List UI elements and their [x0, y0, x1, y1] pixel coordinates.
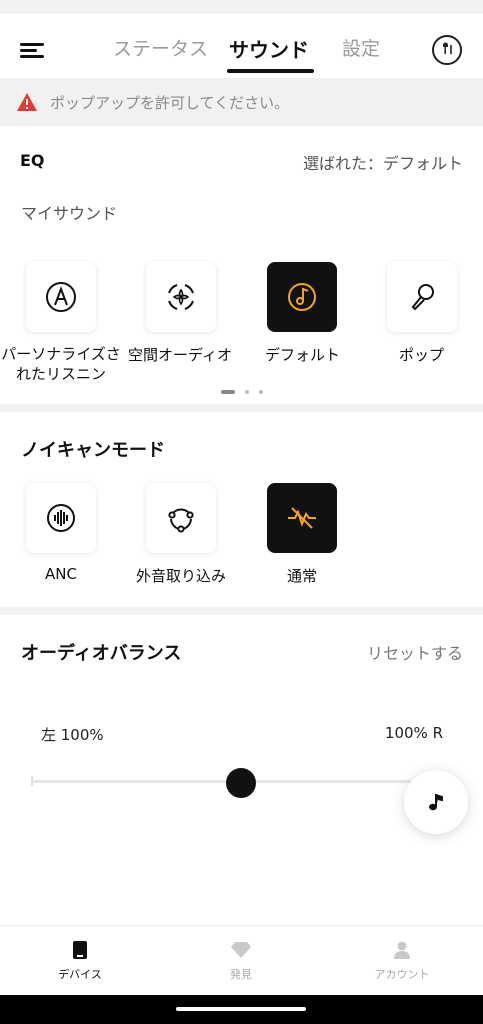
person-icon — [394, 941, 410, 959]
mode-normal-label: 通常 — [287, 567, 318, 585]
reset-button[interactable]: リセットする — [367, 640, 463, 664]
preset-spatial-audio-label: 空間オーディオ — [128, 346, 232, 364]
anc-icon — [47, 504, 75, 532]
balance-left-label: 左 100% — [41, 726, 104, 744]
preset-default-label: デフォルト — [265, 346, 341, 364]
preset-personalized[interactable] — [26, 262, 96, 332]
bottom-navigation: デバイス 発見 アカウント — [0, 925, 483, 995]
eq-title: EQ — [20, 151, 45, 170]
preset-personalized-label: パーソナライズされたリスニン — [1, 345, 121, 383]
section-divider — [0, 607, 483, 615]
preset-pop[interactable] — [387, 262, 457, 332]
popup-banner-text: ポップアップを許可してください。 — [50, 93, 290, 112]
mode-ambient-label: 外音取り込み — [136, 567, 227, 585]
menu-icon[interactable] — [18, 36, 50, 64]
music-disc-icon — [288, 283, 316, 311]
preset-spatial-audio[interactable] — [146, 262, 216, 332]
tab-sound[interactable]: サウンド — [229, 34, 309, 63]
music-note-button[interactable] — [404, 770, 468, 834]
mode-anc-label: ANC — [45, 565, 77, 583]
home-indicator[interactable] — [176, 1007, 306, 1011]
spatial-audio-icon — [168, 284, 194, 310]
mode-ambient[interactable] — [146, 483, 216, 553]
active-tab-indicator — [227, 69, 314, 73]
device-icon — [73, 941, 87, 959]
ambient-icon — [168, 508, 194, 533]
system-navigation-bar — [0, 995, 483, 1024]
noise-control-section: ノイキャンモード ANC 外音取り込み 通常 — [0, 412, 483, 607]
preset-default[interactable] — [267, 262, 337, 332]
balance-right-label: 100% R — [384, 724, 443, 742]
normal-mode-icon — [288, 507, 316, 529]
popup-permission-banner[interactable]: ポップアップを許可してください。 — [0, 78, 483, 126]
nav-account[interactable]: アカウント — [352, 940, 452, 982]
audio-balance-section: オーディオバランス リセットする 左 100% 100% R — [0, 615, 483, 925]
balance-slider-thumb[interactable] — [226, 768, 256, 798]
earbuds-icon[interactable] — [432, 35, 462, 65]
microphone-icon — [411, 284, 434, 311]
diamond-icon — [231, 942, 251, 958]
personalized-a-icon — [46, 282, 76, 312]
eq-section: EQ 選ばれた：デフォルト マイサウンド パーソナライズされたリスニン 空間オー… — [0, 126, 483, 404]
noise-control-title: ノイキャンモード — [21, 440, 165, 461]
page-dot — [221, 390, 235, 394]
status-strip — [0, 0, 483, 14]
mode-anc[interactable] — [26, 483, 96, 553]
balance-slider-track[interactable] — [31, 780, 411, 783]
audio-balance-title: オーディオバランス — [21, 643, 182, 664]
page-dot — [245, 390, 249, 394]
tab-status[interactable]: ステータス — [113, 34, 208, 61]
nav-discover-label: 発見 — [230, 968, 252, 981]
music-note-icon — [429, 793, 443, 811]
preset-page-indicator — [221, 390, 263, 394]
page-dot — [259, 390, 263, 394]
nav-device[interactable]: デバイス — [30, 940, 130, 982]
app-header: ステータス サウンド 設定 — [0, 14, 483, 78]
eq-selected-label: 選ばれた：デフォルト — [302, 154, 463, 173]
mode-normal[interactable] — [267, 483, 337, 553]
tab-settings[interactable]: 設定 — [342, 34, 380, 61]
nav-device-label: デバイス — [58, 968, 102, 981]
warning-icon — [17, 93, 37, 111]
nav-discover[interactable]: 発見 — [191, 940, 291, 982]
section-divider — [0, 404, 483, 412]
nav-account-label: アカウント — [374, 968, 430, 981]
preset-pop-label: ポップ — [399, 346, 445, 364]
my-sound-label: マイサウンド — [21, 204, 118, 223]
